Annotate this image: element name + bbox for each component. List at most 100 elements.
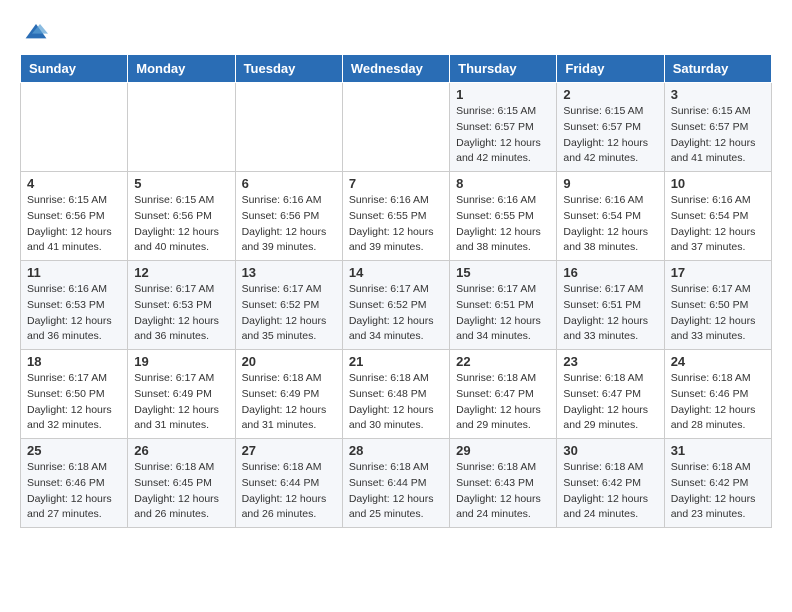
day-number: 17 bbox=[671, 265, 765, 280]
day-info: Sunrise: 6:17 AM Sunset: 6:50 PM Dayligh… bbox=[27, 371, 121, 434]
day-number: 29 bbox=[456, 443, 550, 458]
sunset-label: Sunset: 6:54 PM bbox=[563, 210, 641, 222]
calendar-table: SundayMondayTuesdayWednesdayThursdayFrid… bbox=[20, 54, 772, 528]
day-info: Sunrise: 6:18 AM Sunset: 6:45 PM Dayligh… bbox=[134, 460, 228, 523]
day-number: 2 bbox=[563, 87, 657, 102]
daylight-label: Daylight: 12 hours and 31 minutes. bbox=[242, 404, 327, 432]
day-info: Sunrise: 6:16 AM Sunset: 6:53 PM Dayligh… bbox=[27, 282, 121, 345]
daylight-label: Daylight: 12 hours and 24 minutes. bbox=[456, 493, 541, 521]
calendar-cell: 24 Sunrise: 6:18 AM Sunset: 6:46 PM Dayl… bbox=[664, 350, 771, 439]
day-info: Sunrise: 6:17 AM Sunset: 6:51 PM Dayligh… bbox=[456, 282, 550, 345]
daylight-label: Daylight: 12 hours and 41 minutes. bbox=[671, 137, 756, 165]
day-number: 9 bbox=[563, 176, 657, 191]
day-number: 13 bbox=[242, 265, 336, 280]
calendar-cell: 18 Sunrise: 6:17 AM Sunset: 6:50 PM Dayl… bbox=[21, 350, 128, 439]
day-info: Sunrise: 6:18 AM Sunset: 6:49 PM Dayligh… bbox=[242, 371, 336, 434]
daylight-label: Daylight: 12 hours and 42 minutes. bbox=[563, 137, 648, 165]
sunrise-label: Sunrise: 6:16 AM bbox=[27, 283, 107, 295]
calendar-cell: 14 Sunrise: 6:17 AM Sunset: 6:52 PM Dayl… bbox=[342, 261, 449, 350]
sunrise-label: Sunrise: 6:16 AM bbox=[563, 194, 643, 206]
day-number: 30 bbox=[563, 443, 657, 458]
sunset-label: Sunset: 6:54 PM bbox=[671, 210, 749, 222]
day-info: Sunrise: 6:17 AM Sunset: 6:53 PM Dayligh… bbox=[134, 282, 228, 345]
sunrise-label: Sunrise: 6:15 AM bbox=[27, 194, 107, 206]
header-sunday: Sunday bbox=[21, 55, 128, 83]
day-number: 25 bbox=[27, 443, 121, 458]
calendar-cell: 29 Sunrise: 6:18 AM Sunset: 6:43 PM Dayl… bbox=[450, 439, 557, 528]
day-info: Sunrise: 6:16 AM Sunset: 6:55 PM Dayligh… bbox=[456, 193, 550, 256]
sunset-label: Sunset: 6:53 PM bbox=[134, 299, 212, 311]
day-number: 21 bbox=[349, 354, 443, 369]
sunrise-label: Sunrise: 6:18 AM bbox=[563, 461, 643, 473]
daylight-label: Daylight: 12 hours and 33 minutes. bbox=[563, 315, 648, 343]
day-info: Sunrise: 6:16 AM Sunset: 6:54 PM Dayligh… bbox=[671, 193, 765, 256]
sunrise-label: Sunrise: 6:18 AM bbox=[242, 461, 322, 473]
daylight-label: Daylight: 12 hours and 23 minutes. bbox=[671, 493, 756, 521]
calendar-cell bbox=[128, 83, 235, 172]
daylight-label: Daylight: 12 hours and 30 minutes. bbox=[349, 404, 434, 432]
sunrise-label: Sunrise: 6:17 AM bbox=[456, 283, 536, 295]
sunset-label: Sunset: 6:51 PM bbox=[456, 299, 534, 311]
daylight-label: Daylight: 12 hours and 38 minutes. bbox=[563, 226, 648, 254]
sunset-label: Sunset: 6:56 PM bbox=[134, 210, 212, 222]
day-number: 12 bbox=[134, 265, 228, 280]
sunset-label: Sunset: 6:47 PM bbox=[563, 388, 641, 400]
sunset-label: Sunset: 6:44 PM bbox=[349, 477, 427, 489]
day-info: Sunrise: 6:18 AM Sunset: 6:42 PM Dayligh… bbox=[671, 460, 765, 523]
daylight-label: Daylight: 12 hours and 39 minutes. bbox=[349, 226, 434, 254]
page-header bbox=[20, 20, 772, 44]
day-number: 31 bbox=[671, 443, 765, 458]
day-info: Sunrise: 6:18 AM Sunset: 6:48 PM Dayligh… bbox=[349, 371, 443, 434]
day-info: Sunrise: 6:16 AM Sunset: 6:56 PM Dayligh… bbox=[242, 193, 336, 256]
header-friday: Friday bbox=[557, 55, 664, 83]
calendar-cell: 23 Sunrise: 6:18 AM Sunset: 6:47 PM Dayl… bbox=[557, 350, 664, 439]
day-info: Sunrise: 6:17 AM Sunset: 6:50 PM Dayligh… bbox=[671, 282, 765, 345]
calendar-cell: 22 Sunrise: 6:18 AM Sunset: 6:47 PM Dayl… bbox=[450, 350, 557, 439]
day-number: 8 bbox=[456, 176, 550, 191]
logo-icon bbox=[24, 20, 48, 44]
day-info: Sunrise: 6:16 AM Sunset: 6:55 PM Dayligh… bbox=[349, 193, 443, 256]
sunrise-label: Sunrise: 6:17 AM bbox=[134, 372, 214, 384]
sunrise-label: Sunrise: 6:15 AM bbox=[563, 105, 643, 117]
sunrise-label: Sunrise: 6:15 AM bbox=[456, 105, 536, 117]
calendar-cell: 15 Sunrise: 6:17 AM Sunset: 6:51 PM Dayl… bbox=[450, 261, 557, 350]
sunrise-label: Sunrise: 6:18 AM bbox=[349, 461, 429, 473]
day-info: Sunrise: 6:17 AM Sunset: 6:52 PM Dayligh… bbox=[349, 282, 443, 345]
sunset-label: Sunset: 6:42 PM bbox=[563, 477, 641, 489]
week-row-4: 18 Sunrise: 6:17 AM Sunset: 6:50 PM Dayl… bbox=[21, 350, 772, 439]
daylight-label: Daylight: 12 hours and 28 minutes. bbox=[671, 404, 756, 432]
daylight-label: Daylight: 12 hours and 34 minutes. bbox=[349, 315, 434, 343]
sunset-label: Sunset: 6:53 PM bbox=[27, 299, 105, 311]
calendar-cell: 5 Sunrise: 6:15 AM Sunset: 6:56 PM Dayli… bbox=[128, 172, 235, 261]
sunrise-label: Sunrise: 6:18 AM bbox=[134, 461, 214, 473]
daylight-label: Daylight: 12 hours and 25 minutes. bbox=[349, 493, 434, 521]
week-row-5: 25 Sunrise: 6:18 AM Sunset: 6:46 PM Dayl… bbox=[21, 439, 772, 528]
sunset-label: Sunset: 6:55 PM bbox=[349, 210, 427, 222]
daylight-label: Daylight: 12 hours and 33 minutes. bbox=[671, 315, 756, 343]
sunrise-label: Sunrise: 6:17 AM bbox=[563, 283, 643, 295]
day-info: Sunrise: 6:16 AM Sunset: 6:54 PM Dayligh… bbox=[563, 193, 657, 256]
day-number: 3 bbox=[671, 87, 765, 102]
day-number: 1 bbox=[456, 87, 550, 102]
day-number: 22 bbox=[456, 354, 550, 369]
sunset-label: Sunset: 6:47 PM bbox=[456, 388, 534, 400]
daylight-label: Daylight: 12 hours and 29 minutes. bbox=[456, 404, 541, 432]
daylight-label: Daylight: 12 hours and 42 minutes. bbox=[456, 137, 541, 165]
day-number: 14 bbox=[349, 265, 443, 280]
calendar-cell: 11 Sunrise: 6:16 AM Sunset: 6:53 PM Dayl… bbox=[21, 261, 128, 350]
sunrise-label: Sunrise: 6:16 AM bbox=[456, 194, 536, 206]
day-info: Sunrise: 6:15 AM Sunset: 6:57 PM Dayligh… bbox=[671, 104, 765, 167]
daylight-label: Daylight: 12 hours and 24 minutes. bbox=[563, 493, 648, 521]
day-info: Sunrise: 6:17 AM Sunset: 6:51 PM Dayligh… bbox=[563, 282, 657, 345]
daylight-label: Daylight: 12 hours and 32 minutes. bbox=[27, 404, 112, 432]
sunset-label: Sunset: 6:50 PM bbox=[671, 299, 749, 311]
day-number: 7 bbox=[349, 176, 443, 191]
sunrise-label: Sunrise: 6:18 AM bbox=[671, 461, 751, 473]
day-number: 18 bbox=[27, 354, 121, 369]
sunrise-label: Sunrise: 6:18 AM bbox=[563, 372, 643, 384]
sunrise-label: Sunrise: 6:17 AM bbox=[349, 283, 429, 295]
sunset-label: Sunset: 6:51 PM bbox=[563, 299, 641, 311]
sunrise-label: Sunrise: 6:18 AM bbox=[456, 372, 536, 384]
sunset-label: Sunset: 6:57 PM bbox=[671, 121, 749, 133]
calendar-cell: 26 Sunrise: 6:18 AM Sunset: 6:45 PM Dayl… bbox=[128, 439, 235, 528]
